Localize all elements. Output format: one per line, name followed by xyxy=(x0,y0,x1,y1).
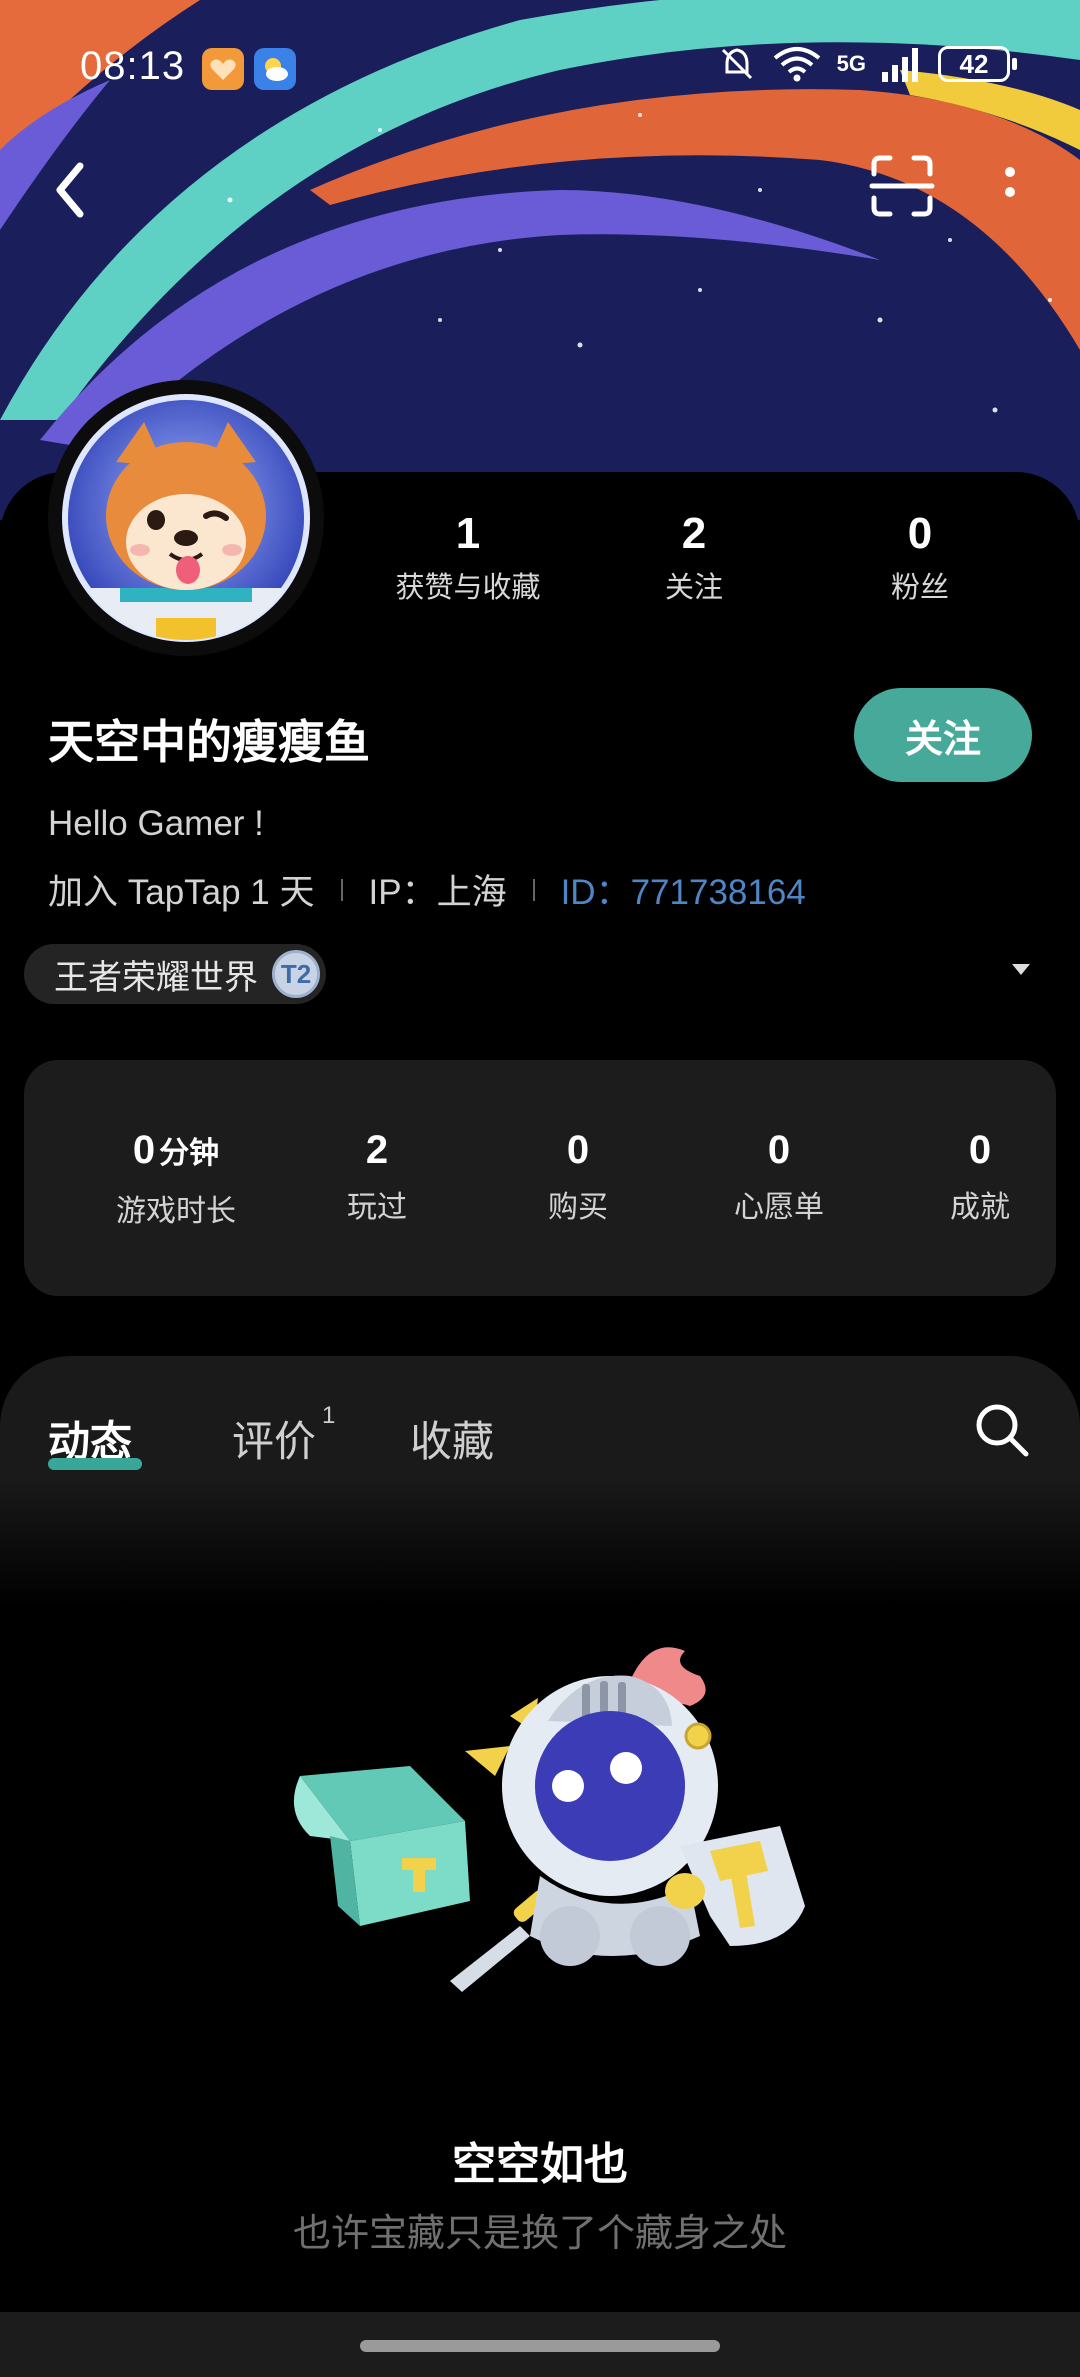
weather-app-icon xyxy=(254,48,296,90)
health-app-icon xyxy=(202,48,244,90)
username: 天空中的瘦瘦鱼 xyxy=(48,716,370,768)
game-chip-label: 王者荣耀世界 xyxy=(54,958,258,997)
battery-icon: 42 xyxy=(938,46,1017,82)
gstat-purchased-value: 0 xyxy=(566,1128,590,1172)
gstat-wishlist-value: 0 xyxy=(767,1128,791,1172)
gstat-achievements-label: 成就 xyxy=(950,1191,1010,1224)
gstat-playtime-value: 0 xyxy=(132,1128,156,1172)
gstat-achievements[interactable]: 0 成就 xyxy=(880,1126,1080,1226)
joined-info: 加入 TapTap 1 天 xyxy=(48,873,315,912)
stat-likes-value: 1 xyxy=(455,509,481,558)
gstat-playtime[interactable]: 0 分钟 游戏时长 xyxy=(76,1126,276,1230)
stat-followers-value: 0 xyxy=(907,509,933,558)
tab-favorites[interactable]: 收藏 xyxy=(410,1408,494,1469)
chevron-down-icon[interactable] xyxy=(1012,964,1030,975)
tab-favorites-label: 收藏 xyxy=(410,1418,495,1465)
stat-following-value: 2 xyxy=(681,509,707,558)
bio: Hello Gamer ! xyxy=(48,804,264,843)
stat-likes-label: 获赞与收藏 xyxy=(395,572,541,604)
home-indicator[interactable] xyxy=(360,2340,720,2352)
gstat-playtime-label: 游戏时长 xyxy=(116,1195,236,1228)
mute-icon xyxy=(721,48,752,80)
ip-location: IP：上海 xyxy=(368,873,507,912)
game-chip[interactable]: 王者荣耀世界 T2 xyxy=(24,944,326,1004)
scan-icon[interactable] xyxy=(866,150,938,222)
knight-chest-illustration xyxy=(293,1647,805,1992)
game-chip-badge: T2 xyxy=(272,950,320,998)
tab-active-indicator xyxy=(48,1458,142,1470)
tab-reviews[interactable]: 评价1 xyxy=(232,1402,335,1469)
gstat-purchased-label: 购买 xyxy=(548,1191,608,1224)
gstat-achievements-value: 0 xyxy=(968,1128,992,1172)
stat-followers-label: 粉丝 xyxy=(890,572,949,604)
stat-following[interactable]: 2 关注 xyxy=(584,508,804,606)
stat-followers[interactable]: 0 粉丝 xyxy=(810,508,1030,606)
game-stats-card: 0 分钟 游戏时长 2 玩过 0 购买 0 心愿单 0 成就 xyxy=(24,1060,1056,1296)
tab-reviews-label: 评价 xyxy=(232,1418,317,1465)
empty-state-title: 空空如也 xyxy=(452,2140,628,2189)
follow-button[interactable]: 关注 xyxy=(854,688,1032,782)
avatar[interactable] xyxy=(48,380,324,656)
gstat-played-value: 2 xyxy=(365,1128,389,1172)
search-icon[interactable] xyxy=(972,1400,1032,1460)
stat-following-label: 关注 xyxy=(664,572,723,604)
network-type: 5G xyxy=(836,51,866,76)
tab-reviews-count: 1 xyxy=(322,1402,336,1429)
user-id[interactable]: ID：771738164 xyxy=(561,864,806,915)
gstat-played[interactable]: 2 玩过 xyxy=(277,1126,477,1226)
status-indicators: 5G 42 xyxy=(717,44,1017,84)
gstat-playtime-unit: 分钟 xyxy=(159,1137,220,1170)
status-time: 08:13 xyxy=(80,44,186,88)
profile-meta: 加入 TapTap 1 天 IP：上海 ID：771738164 xyxy=(48,864,806,915)
wifi-icon xyxy=(773,47,820,82)
divider xyxy=(340,878,343,901)
gstat-purchased[interactable]: 0 购买 xyxy=(478,1126,678,1226)
signal-icon xyxy=(882,48,918,82)
more-icon[interactable] xyxy=(990,150,1030,222)
divider xyxy=(532,878,535,901)
gstat-wishlist-label: 心愿单 xyxy=(734,1191,824,1224)
gstat-wishlist[interactable]: 0 心愿单 xyxy=(679,1126,879,1226)
empty-state-subtitle: 也许宝藏只是换了个藏身之处 xyxy=(292,2213,787,2255)
gstat-played-label: 玩过 xyxy=(347,1191,407,1224)
stat-likes[interactable]: 1 获赞与收藏 xyxy=(358,508,578,606)
back-icon[interactable] xyxy=(40,150,104,230)
